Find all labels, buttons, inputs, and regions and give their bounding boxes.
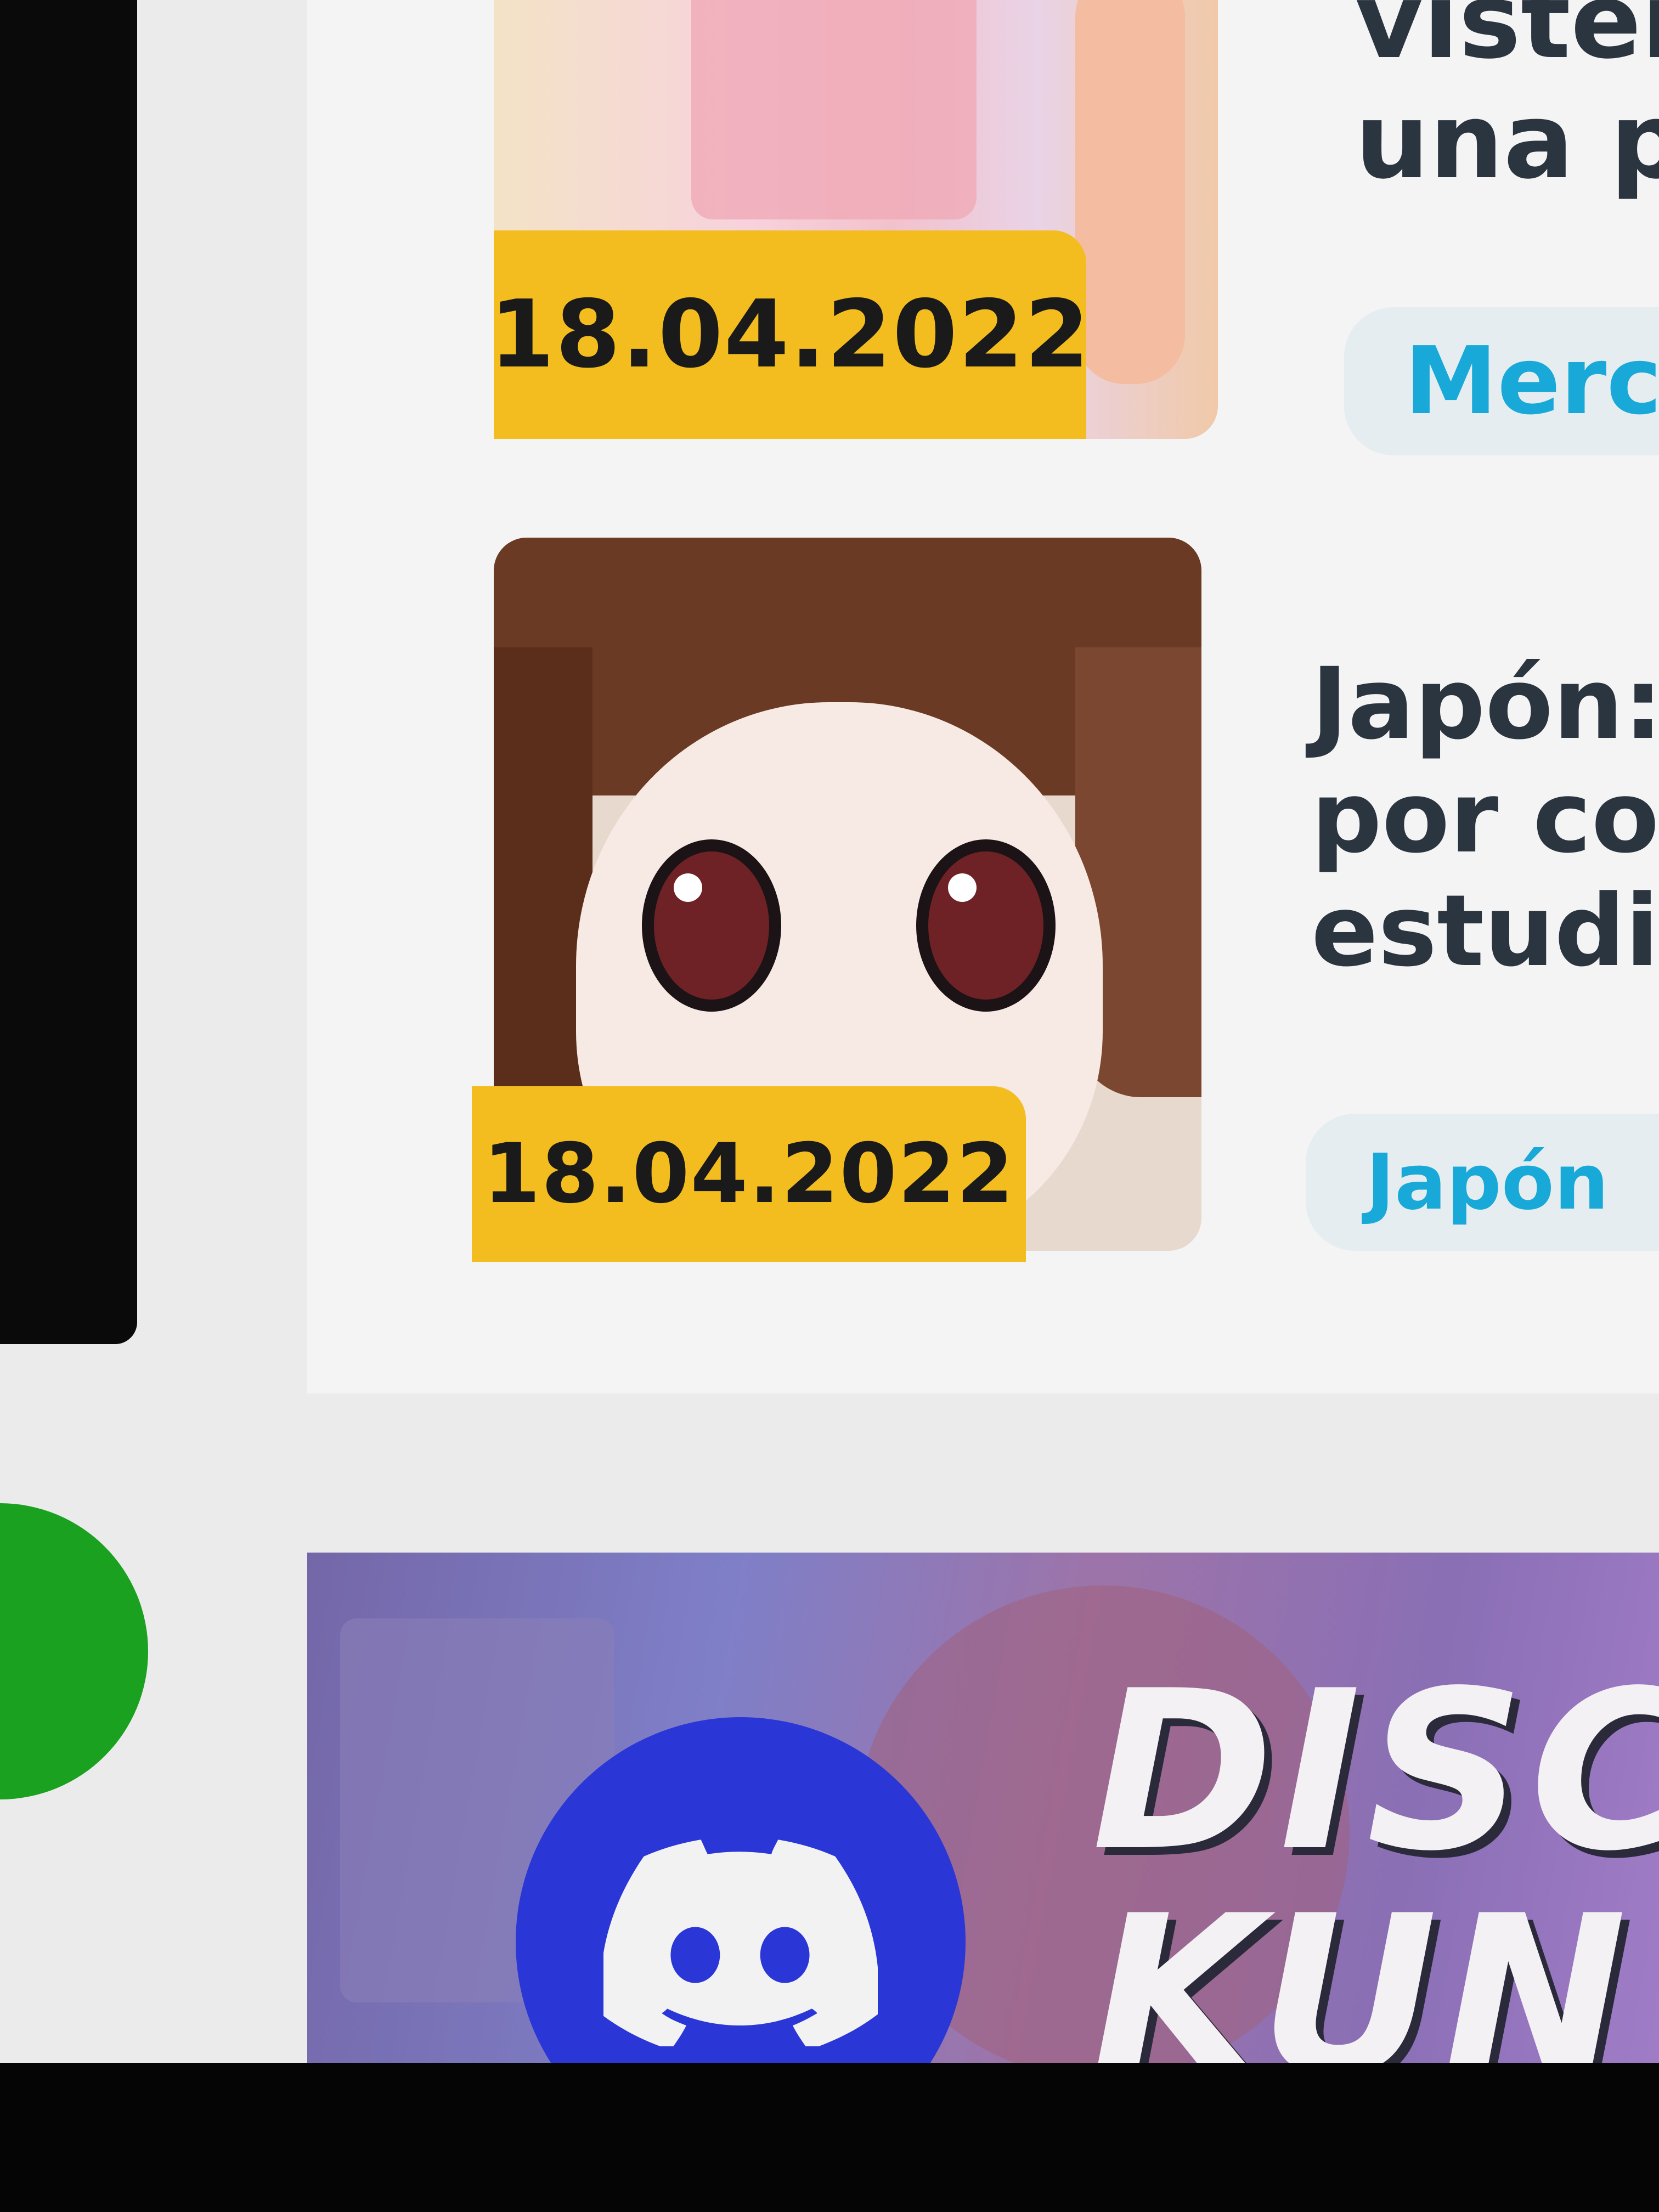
date-badge: 18.04.2022 bbox=[472, 1086, 1026, 1262]
banner-subtitle: KUN bbox=[1092, 1869, 1633, 2063]
thumbnail-artwork bbox=[691, 0, 977, 219]
title-line: Japón: A bbox=[1311, 647, 1659, 761]
title-line: una pr bbox=[1355, 80, 1659, 202]
screen: 18.04.2022 visten una pr Merca 18.04.202… bbox=[0, 0, 1659, 2063]
discord-logo-icon bbox=[603, 1839, 878, 2046]
green-floating-button[interactable] bbox=[0, 1503, 148, 1799]
left-eye bbox=[642, 839, 781, 1012]
discord-banner[interactable]: DISC KUN bbox=[307, 1553, 1659, 2063]
banner-title: DISC bbox=[1092, 1644, 1659, 1899]
category-tag[interactable]: Merca bbox=[1344, 307, 1659, 455]
date-badge: 18.04.2022 bbox=[489, 230, 1090, 439]
title-line: por cor bbox=[1311, 760, 1659, 875]
category-tag[interactable]: Japón bbox=[1306, 1114, 1659, 1251]
title-line: visten bbox=[1355, 0, 1659, 82]
title-line: estudian bbox=[1311, 874, 1659, 989]
left-sidebar-panel bbox=[0, 0, 137, 1344]
right-eye bbox=[916, 839, 1056, 1012]
article-title[interactable]: visten una pr bbox=[1355, 0, 1659, 201]
thumbnail-artwork-arm bbox=[1075, 0, 1185, 384]
article-title[interactable]: Japón: A por cor estudian bbox=[1311, 647, 1659, 988]
